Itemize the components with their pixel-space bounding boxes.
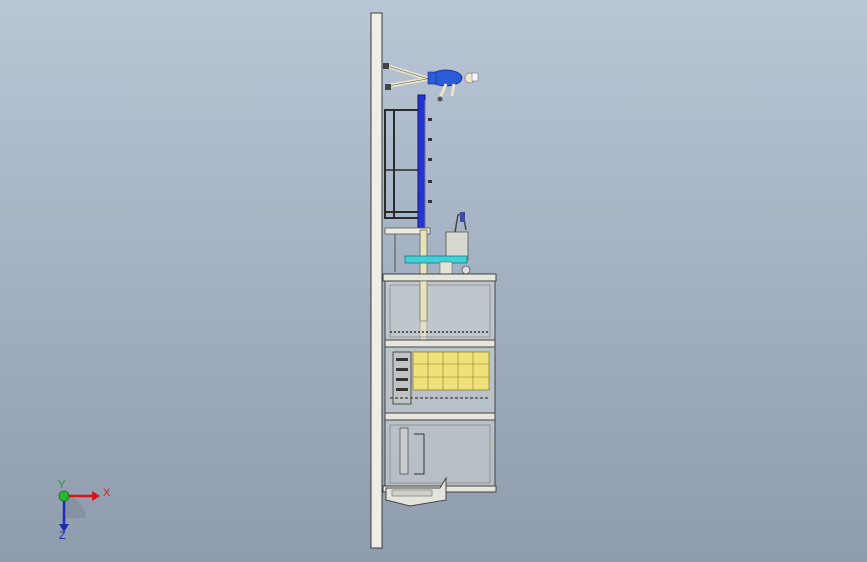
assembly-side-view[interactable]: [0, 0, 867, 562]
cyan-rail[interactable]: [404, 255, 468, 264]
cabinet-tier-top[interactable]: [382, 273, 497, 348]
operator-figure[interactable]: [383, 63, 479, 102]
z-axis-label: Z: [59, 530, 66, 542]
cabinet-tier-middle[interactable]: [384, 346, 496, 421]
y-axis-origin: [58, 490, 70, 502]
wall-plate[interactable]: [370, 12, 383, 549]
blue-panel[interactable]: [417, 94, 426, 231]
yellow-tray-stack[interactable]: [412, 351, 490, 391]
y-axis-label: Y: [58, 479, 66, 491]
x-axis-label: X: [103, 487, 111, 499]
cabinet-tier-bottom[interactable]: [382, 419, 497, 493]
graphics-viewport[interactable]: X Y Z: [0, 0, 867, 562]
upper-rack[interactable]: [384, 94, 432, 232]
